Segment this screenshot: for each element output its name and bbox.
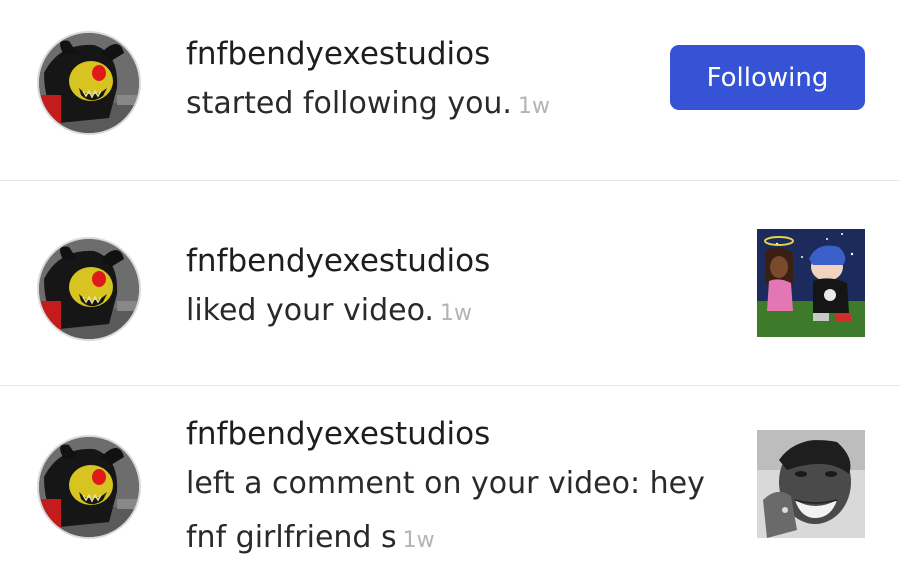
timestamp: 1w (439, 301, 472, 326)
message-text-line1: left a comment on your video: hey (186, 466, 705, 501)
username[interactable]: fnfbendyexestudios (186, 36, 490, 72)
username[interactable]: fnfbendyexestudios (186, 416, 490, 452)
following-button[interactable]: Following (670, 45, 865, 110)
bendy-exe-avatar[interactable] (37, 31, 141, 135)
message-text: liked your video. (186, 293, 434, 328)
video-thumbnail[interactable] (757, 430, 865, 538)
bendy-exe-avatar[interactable] (37, 435, 141, 539)
notification-message: liked your video. 1w (186, 284, 472, 341)
username[interactable]: fnfbendyexestudios (186, 243, 490, 279)
message-text-line2: fnf girlfriend s (186, 520, 397, 555)
message-text: started following you. (186, 86, 512, 121)
notification-row-comment[interactable]: fnfbendyexestudios left a comment on you… (0, 386, 900, 573)
video-thumbnail[interactable] (757, 229, 865, 337)
notification-message: left a comment on your video: hey fnf gi… (186, 457, 705, 568)
avatar-image (39, 239, 139, 339)
timestamp: 1w (517, 94, 550, 119)
avatar-image (39, 437, 139, 537)
timestamp: 1w (402, 528, 435, 553)
bendy-exe-avatar[interactable] (37, 237, 141, 341)
notification-row-follow[interactable]: fnfbendyexestudios started following you… (0, 0, 900, 180)
notification-row-like[interactable]: fnfbendyexestudios liked your video. 1w (0, 181, 900, 385)
video-thumbnail-image (757, 229, 865, 337)
notification-message: started following you. 1w (186, 77, 550, 134)
video-thumbnail-image (757, 430, 865, 538)
avatar-image (39, 33, 139, 133)
